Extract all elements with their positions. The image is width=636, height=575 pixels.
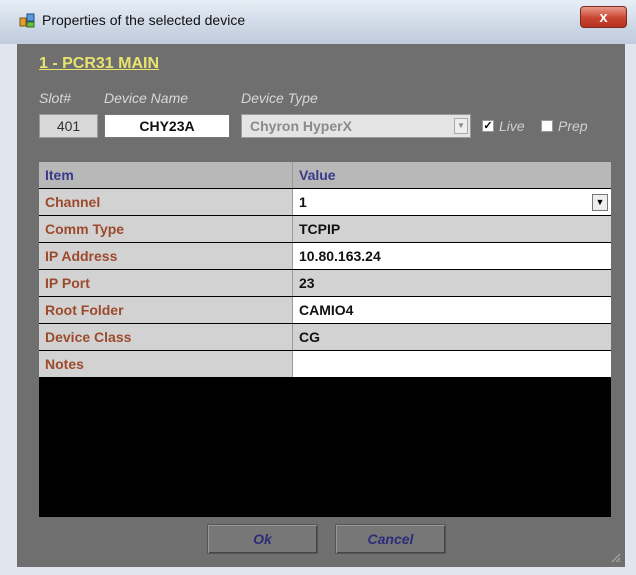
grid-empty-area bbox=[39, 379, 611, 517]
grid-item-label: Device Class bbox=[39, 324, 293, 350]
notes-field[interactable] bbox=[293, 351, 611, 377]
properties-grid: Item Value Channel 1 ▼ Comm Type TCPIP I… bbox=[39, 162, 611, 379]
grid-item-label: IP Address bbox=[39, 243, 293, 269]
close-icon: x bbox=[599, 9, 608, 26]
root-folder-field[interactable]: CAMIO4 bbox=[293, 297, 611, 323]
chevron-down-icon[interactable]: ▼ bbox=[454, 118, 468, 134]
grid-row-ip-address[interactable]: IP Address 10.80.163.24 bbox=[39, 243, 611, 270]
grid-item-label: Comm Type bbox=[39, 216, 293, 242]
device-name-header: Device Name bbox=[104, 90, 189, 106]
device-type-value: Chyron HyperX bbox=[250, 118, 352, 134]
grid-row-notes[interactable]: Notes bbox=[39, 351, 611, 378]
app-properties-icon bbox=[19, 13, 35, 28]
channel-select[interactable]: 1 ▼ bbox=[293, 189, 611, 215]
grid-row-channel[interactable]: Channel 1 ▼ bbox=[39, 189, 611, 216]
window-title: Properties of the selected device bbox=[42, 12, 246, 28]
cancel-button[interactable]: Cancel bbox=[335, 524, 446, 554]
ok-button[interactable]: Ok bbox=[207, 524, 318, 554]
prep-checkbox[interactable] bbox=[541, 120, 553, 132]
properties-dialog: Properties of the selected device x 1 - … bbox=[0, 0, 636, 575]
grid-row-root-folder[interactable]: Root Folder CAMIO4 bbox=[39, 297, 611, 324]
prep-label: Prep bbox=[558, 118, 588, 134]
ip-address-field[interactable]: 10.80.163.24 bbox=[293, 243, 611, 269]
rack-title: 1 - PCR31 MAIN bbox=[39, 55, 160, 72]
live-label: Live bbox=[499, 118, 525, 134]
grid-item-label: Root Folder bbox=[39, 297, 293, 323]
item-column-header: Item bbox=[39, 162, 293, 188]
grid-item-label: Channel bbox=[39, 189, 293, 215]
slot-field: 401 bbox=[39, 114, 98, 138]
dialog-body: 1 - PCR31 MAIN Slot# Device Name Device … bbox=[17, 44, 625, 567]
title-bar[interactable]: Properties of the selected device x bbox=[0, 0, 636, 44]
grid-row-ip-port[interactable]: IP Port 23 bbox=[39, 270, 611, 297]
grid-item-label: IP Port bbox=[39, 270, 293, 296]
slot-header: Slot# bbox=[39, 90, 71, 106]
ip-port-value: 23 bbox=[293, 270, 611, 296]
grid-header-row: Item Value bbox=[39, 162, 611, 189]
grid-row-device-class[interactable]: Device Class CG bbox=[39, 324, 611, 351]
close-button[interactable]: x bbox=[580, 6, 627, 28]
device-name-field[interactable]: CHY23A bbox=[104, 114, 230, 138]
value-column-header: Value bbox=[293, 162, 611, 188]
device-class-value: CG bbox=[293, 324, 611, 350]
device-type-select[interactable]: Chyron HyperX ▼ bbox=[241, 114, 471, 138]
device-type-header: Device Type bbox=[241, 90, 318, 106]
checkmark-icon: ✓ bbox=[483, 120, 493, 132]
grid-row-comm-type[interactable]: Comm Type TCPIP bbox=[39, 216, 611, 243]
resize-grip-icon[interactable] bbox=[609, 551, 621, 563]
live-checkbox[interactable]: ✓ bbox=[482, 120, 494, 132]
channel-value: 1 bbox=[299, 194, 307, 210]
comm-type-value: TCPIP bbox=[293, 216, 611, 242]
chevron-down-icon[interactable]: ▼ bbox=[592, 194, 608, 211]
grid-item-label: Notes bbox=[39, 351, 293, 377]
